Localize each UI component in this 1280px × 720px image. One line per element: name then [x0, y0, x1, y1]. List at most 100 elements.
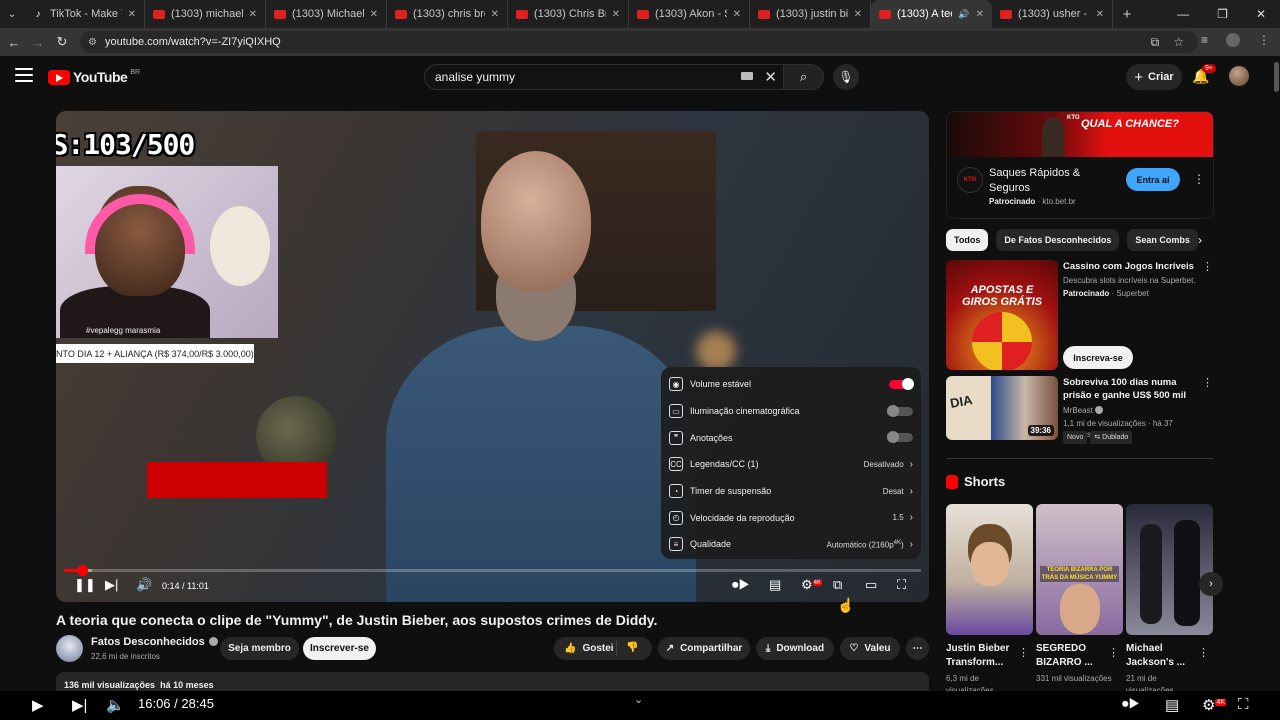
chips-next-chevron-icon[interactable]: ›	[1198, 233, 1202, 247]
channel-name[interactable]: Fatos Desconhecidos	[91, 636, 218, 648]
settings-row[interactable]: ◉ Volume estável	[661, 371, 921, 398]
notifications-bell-icon[interactable]: 🔔 9+	[1192, 64, 1216, 85]
sponsored-ad-card[interactable]: KTO QUAL A CHANCE? KTO Saques Rápidos & …	[946, 111, 1214, 219]
browser-tab[interactable]: (1303) usher - YouTu ✕	[992, 0, 1113, 28]
join-button[interactable]: Seja membro	[220, 637, 299, 660]
tab-close-icon[interactable]: ✕	[854, 9, 862, 20]
site-info-icon[interactable]: ⚙	[88, 37, 97, 48]
recommendation-menu-dots-icon[interactable]: ⋮	[1202, 376, 1213, 389]
youtube-logo[interactable]: YouTube BR	[48, 69, 140, 85]
browser-tab[interactable]: (1303) justin bieber b ✕	[750, 0, 871, 28]
menu-dots-icon[interactable]: ⋮	[1258, 33, 1270, 47]
tab-close-icon[interactable]: ✕	[1096, 9, 1104, 20]
keyboard-icon[interactable]	[741, 72, 753, 80]
tab-close-icon[interactable]: ✕	[128, 9, 136, 20]
download-button[interactable]: ⤓ Download	[756, 637, 834, 660]
ad-menu-dots-icon[interactable]: ⋮	[1193, 172, 1205, 186]
recommendation-mrbeast[interactable]: DIA 39:36 Sobreviva 100 dias numa prisão…	[946, 376, 1214, 444]
short-menu-dots-icon[interactable]: ⋮	[1018, 646, 1029, 659]
browser-tab[interactable]: (1303) A teoria q 🔊 ✕	[871, 0, 992, 28]
settings-row[interactable]: ≡ Qualidade Automático (2160p4K) ›	[661, 531, 921, 558]
short-thumbnail[interactable]	[1126, 504, 1213, 635]
tab-close-icon[interactable]: ✕	[733, 9, 741, 20]
autoplay-toggle-icon[interactable]: ⏺▶	[732, 577, 750, 593]
new-tab-plus-icon[interactable]: +	[1113, 6, 1141, 23]
progress-bar[interactable]	[64, 565, 921, 576]
volume-icon[interactable]: 🔊	[136, 577, 152, 593]
voice-search-mic-icon[interactable]: 🎙	[833, 64, 859, 90]
hamburger-menu-icon[interactable]	[15, 68, 33, 82]
browser-tab[interactable]: (1303) michael jackso ✕	[145, 0, 266, 28]
clear-search-icon[interactable]: ✕	[764, 68, 777, 86]
subtitles-icon[interactable]: ▤	[769, 577, 781, 593]
tab-close-icon[interactable]: ✕	[491, 9, 499, 20]
tab-close-icon[interactable]: ✕	[370, 9, 378, 20]
miniplayer-icon[interactable]: ⧉	[833, 577, 842, 593]
progress-scrubber[interactable]	[76, 565, 88, 576]
browser-tab[interactable]: (1303) chris brown - ✕	[387, 0, 508, 28]
account-avatar[interactable]	[1229, 66, 1249, 86]
tab-search-chevron-icon[interactable]: ⌄	[0, 0, 24, 28]
outer-subtitles-icon[interactable]: ▤	[1165, 696, 1179, 714]
recommendation-menu-dots-icon[interactable]: ⋮	[1202, 260, 1213, 273]
theater-mode-icon[interactable]: ▭	[865, 577, 877, 593]
recommendation-thumbnail[interactable]: APOSTAS E GIROS GRÁTIS	[946, 260, 1058, 370]
playlist-icon[interactable]: ≡	[1201, 33, 1208, 47]
filter-chip[interactable]: De Fatos Desconhecidos	[996, 229, 1120, 251]
tab-audio-icon[interactable]: 🔊	[958, 9, 969, 20]
ad-subscribe-button[interactable]: Inscreva-se	[1063, 346, 1133, 369]
create-button[interactable]: + Criar	[1126, 64, 1182, 90]
next-icon[interactable]: ▶|	[105, 577, 118, 593]
browser-tab[interactable]: (1303) Chris Brown - ✕	[508, 0, 629, 28]
search-box[interactable]: analise yummy ✕ ⌕	[424, 64, 824, 90]
settings-toggle[interactable]	[887, 404, 913, 417]
restore-icon[interactable]: ❐	[1217, 7, 1228, 21]
settings-row[interactable]: CC Legendas/CC (1) Desativado ›	[661, 451, 921, 478]
short-menu-dots-icon[interactable]: ⋮	[1198, 646, 1209, 659]
address-bar[interactable]: ⚙ youtube.com/watch?v=-ZI7yiQIXHQ ⧉ ☆	[80, 31, 1198, 53]
search-input[interactable]: analise yummy	[435, 70, 515, 84]
outer-settings-gear-icon[interactable]: ⚙4K	[1202, 696, 1227, 714]
pause-icon[interactable]: ❚❚	[74, 577, 96, 593]
search-button[interactable]: ⌕	[783, 65, 823, 89]
recommendation-thumbnail[interactable]: DIA 39:36	[946, 376, 1058, 440]
tab-close-icon[interactable]: ✕	[976, 9, 984, 20]
bookmark-star-icon[interactable]: ☆	[1173, 35, 1184, 50]
settings-row[interactable]: ▭ Iluminação cinematográfica	[661, 398, 921, 425]
filter-chip[interactable]: Todos	[946, 229, 989, 251]
share-button[interactable]: ↗ Compartilhar	[658, 637, 750, 660]
scrollbar-thumb[interactable]	[1274, 62, 1279, 92]
settings-row[interactable]: ◴ Velocidade da reprodução 1.5 ›	[661, 504, 921, 531]
short-thumbnail[interactable]: TEORIA BIZARRA POR TRÁS DA MÚSICA YUMMY	[1036, 504, 1123, 635]
thumbs-down-icon[interactable]: 👎	[626, 642, 638, 653]
short-thumbnail[interactable]	[946, 504, 1033, 635]
back-arrow-icon[interactable]: ←	[2, 35, 26, 50]
outer-next-icon[interactable]: ▶|	[72, 696, 87, 714]
outer-volume-icon[interactable]: 🔈	[106, 696, 125, 714]
thanks-button[interactable]: ♡ Valeu	[840, 637, 900, 660]
forward-arrow-icon[interactable]: →	[26, 35, 50, 50]
browser-tab[interactable]: (1303) Michael Jackso ✕	[266, 0, 387, 28]
browser-tab[interactable]: (1303) Akon - Smack ✕	[629, 0, 750, 28]
settings-toggle[interactable]	[887, 431, 913, 444]
cast-icon[interactable]: ⧉	[1151, 35, 1160, 50]
settings-row[interactable]: ◔ Timer de suspensão Desat ›	[661, 478, 921, 505]
close-window-icon[interactable]: ✕	[1256, 7, 1266, 21]
short-menu-dots-icon[interactable]: ⋮	[1108, 646, 1119, 659]
tab-close-icon[interactable]: ✕	[612, 9, 620, 20]
profile-icon[interactable]	[1226, 33, 1240, 47]
ad-cta-button[interactable]: Entra aí	[1126, 168, 1180, 191]
more-actions-button[interactable]: ⋯	[906, 637, 929, 660]
settings-gear-icon[interactable]: ⚙4K	[801, 577, 822, 593]
settings-toggle[interactable]	[889, 377, 914, 390]
reload-icon[interactable]: ↻	[50, 34, 74, 50]
browser-tab[interactable]: ♪ TikTok - Make Your D ✕	[24, 0, 145, 28]
minimize-icon[interactable]: —	[1177, 7, 1189, 21]
tab-close-icon[interactable]: ✕	[249, 9, 257, 20]
fullscreen-icon[interactable]: ⛶	[897, 577, 906, 593]
channel-avatar[interactable]	[56, 635, 83, 662]
video-player[interactable]: #vepalegg marasmia SUBS:103/500 CASAMENT…	[56, 111, 929, 602]
outer-play-icon[interactable]: ▶	[32, 696, 44, 714]
subscribe-button[interactable]: Inscrever-se	[303, 637, 376, 660]
outer-autoplay-icon[interactable]: ⏺▶	[1122, 696, 1140, 712]
